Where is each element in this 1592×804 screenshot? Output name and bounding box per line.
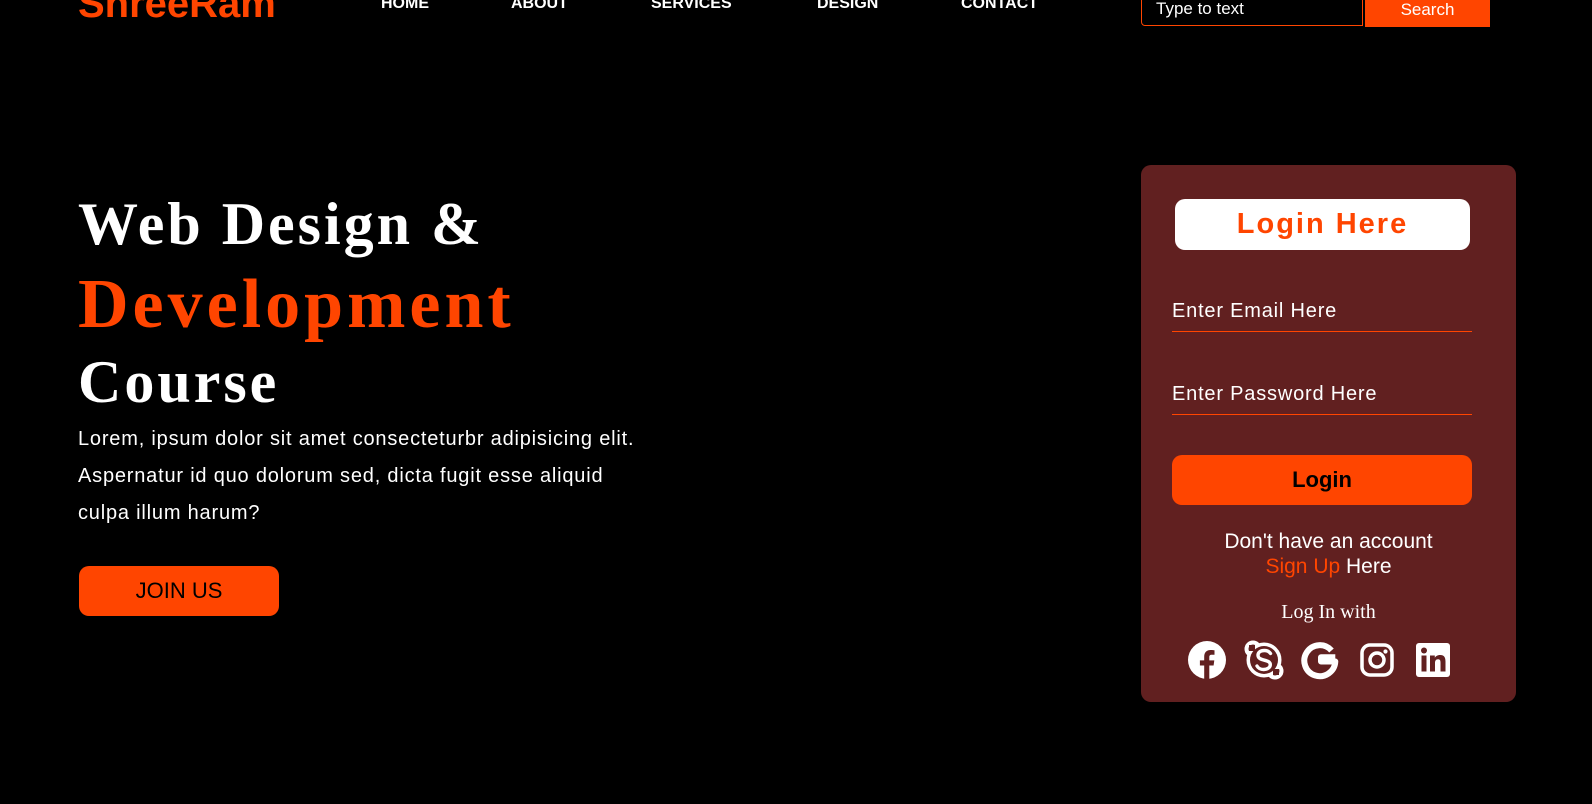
nav-contact-link[interactable]: CONTACT — [961, 0, 1038, 16]
login-heading: Login Here — [1175, 199, 1470, 250]
google-icon[interactable] — [1300, 640, 1340, 680]
skype-icon[interactable] — [1244, 640, 1284, 680]
signup-suffix-text: Here — [1340, 555, 1392, 578]
linkedin-icon[interactable] — [1413, 640, 1453, 680]
join-us-button[interactable]: JOIN US — [79, 566, 279, 616]
search-input[interactable] — [1141, 0, 1363, 26]
password-field[interactable] — [1172, 381, 1472, 415]
facebook-icon[interactable] — [1187, 640, 1227, 680]
hero-title-line1: Web Design & — [78, 191, 485, 257]
email-field[interactable] — [1172, 298, 1472, 332]
nav-about-link[interactable]: ABOUT — [511, 0, 568, 16]
hero-title-line3: Course — [78, 349, 280, 415]
page: ShreeRam HOME ABOUT SERVICES DESIGN CONT… — [0, 0, 1592, 804]
login-button[interactable]: Login — [1172, 455, 1472, 505]
nav-home-link[interactable]: HOME — [381, 0, 429, 16]
nav-design-link[interactable]: DESIGN — [817, 0, 878, 16]
hero-paragraph: Lorem, ipsum dolor sit amet consecteturb… — [78, 428, 635, 524]
search-button[interactable]: Search — [1365, 0, 1490, 27]
login-card: Login Here Login Don't have an account S… — [1141, 165, 1516, 702]
signup-link[interactable]: Sign Up — [1265, 555, 1340, 578]
signup-prompt: Don't have an account Sign Up Here — [1141, 529, 1516, 579]
site-logo[interactable]: ShreeRam — [78, 0, 276, 26]
hero-title-highlight: Development — [78, 266, 515, 343]
nav-services-link[interactable]: SERVICES — [651, 0, 732, 16]
login-with-label: Log In with — [1281, 601, 1376, 623]
no-account-text: Don't have an account — [1224, 530, 1433, 553]
instagram-icon[interactable] — [1357, 640, 1397, 680]
